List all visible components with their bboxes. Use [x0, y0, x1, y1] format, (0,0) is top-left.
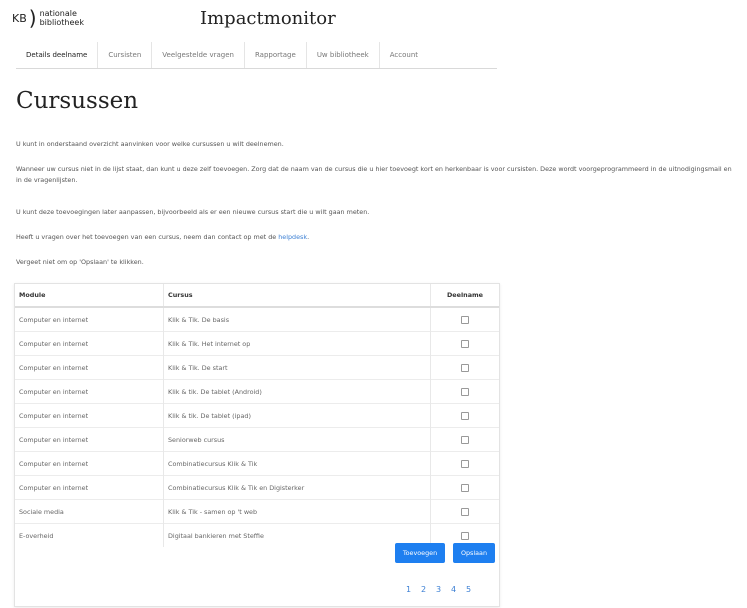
table-row: Computer en internet Combinatiecursus Kl… — [15, 475, 499, 500]
course-cell: Seniorweb cursus — [163, 427, 431, 452]
table-row: Computer en internet Seniorweb cursus — [15, 427, 499, 452]
page-title: Cursussen — [16, 88, 139, 114]
table-row: Computer en internet Klik & Tik. De basi… — [15, 306, 499, 332]
module-column-header: Module — [15, 284, 164, 308]
adjust-text: U kunt deze toevoegingen later aanpassen… — [16, 208, 370, 216]
course-cell: Klik & Tik. Het internet op — [163, 331, 431, 356]
main-tabs: Details deelname Cursisten Veelgestelde … — [16, 42, 497, 69]
library-logo[interactable]: KB ) nationale bibliotheek — [12, 8, 84, 28]
course-cell: Combinatiecursus Klik & Tik en Digisterk… — [163, 475, 431, 500]
logo-line1: nationale — [39, 9, 77, 18]
logo-line2: bibliotheek — [39, 18, 84, 27]
course-cell: Klik & tik. De tablet (ipad) — [163, 403, 431, 428]
module-cell: Computer en internet — [15, 379, 164, 404]
module-cell: Computer en internet — [15, 451, 164, 476]
participation-checkbox[interactable] — [461, 483, 469, 492]
page-link-1[interactable]: 1 — [401, 585, 416, 594]
module-cell: Computer en internet — [15, 306, 164, 332]
tab-rapportage[interactable]: Rapportage — [245, 42, 307, 68]
participation-cell — [430, 403, 499, 428]
participation-column-header: Deelname — [430, 284, 499, 308]
participation-checkbox[interactable] — [461, 339, 469, 348]
tab-uw-bibliotheek[interactable]: Uw bibliotheek — [307, 42, 380, 68]
course-cell: Combinatiecursus Klik & Tik — [163, 451, 431, 476]
helpdesk-text: Heeft u vragen over het toevoegen van ee… — [16, 232, 735, 243]
add-course-text: Wanneer uw cursus niet in de lijst staat… — [16, 165, 732, 184]
participation-checkbox[interactable] — [461, 531, 469, 540]
helpdesk-link[interactable]: helpdesk — [278, 233, 307, 241]
module-cell: Computer en internet — [15, 403, 164, 428]
helpdesk-prefix: Heeft u vragen over het toevoegen van ee… — [16, 233, 279, 241]
participation-cell — [430, 427, 499, 452]
tab-cursisten[interactable]: Cursisten — [98, 42, 153, 68]
table-row: Computer en internet Klik & Tik. De star… — [15, 355, 499, 380]
participation-checkbox[interactable] — [461, 363, 469, 372]
save-reminder-text: Vergeet niet om op 'Opslaan' te klikken. — [16, 258, 144, 266]
course-cell: Klik & tik. De tablet (Android) — [163, 379, 431, 404]
module-cell: E-overheid — [15, 523, 164, 547]
course-cell: Klik & Tik. De basis — [163, 306, 431, 332]
participation-cell — [430, 475, 499, 500]
table-row: Computer en internet Klik & tik. De tabl… — [15, 379, 499, 404]
table-header-row: Module Cursus Deelname — [15, 284, 499, 308]
table-row: Computer en internet Klik & Tik. Het int… — [15, 331, 499, 356]
page-link-2[interactable]: 2 — [416, 585, 431, 594]
participation-checkbox[interactable] — [461, 459, 469, 468]
participation-checkbox[interactable] — [461, 411, 469, 420]
page-link-3[interactable]: 3 — [431, 585, 446, 594]
page-link-4[interactable]: 4 — [446, 585, 461, 594]
save-button[interactable]: Opslaan — [453, 543, 495, 563]
course-cell: Klik & Tik. De start — [163, 355, 431, 380]
participation-cell — [430, 331, 499, 356]
page-link-5[interactable]: 5 — [461, 585, 476, 594]
participation-cell — [430, 355, 499, 380]
course-column-header: Cursus — [163, 284, 431, 308]
logo-mark: KB — [12, 11, 27, 25]
module-cell: Computer en internet — [15, 355, 164, 380]
tab-details-deelname[interactable]: Details deelname — [16, 42, 99, 68]
tab-account[interactable]: Account — [380, 42, 428, 68]
module-cell: Computer en internet — [15, 427, 164, 452]
course-cell: Digitaal bankieren met Steffie — [163, 523, 431, 547]
participation-cell — [430, 451, 499, 476]
app-title: Impactmonitor — [200, 8, 336, 29]
participation-checkbox[interactable] — [461, 435, 469, 444]
courses-table-panel: Module Cursus Deelname Computer en inter… — [14, 283, 500, 607]
participation-checkbox[interactable] — [461, 507, 469, 516]
table-row: Sociale media Klik & Tik - samen op 't w… — [15, 499, 499, 524]
pagination: 1 2 3 4 5 — [401, 585, 476, 594]
logo-bracket-icon: ) — [28, 6, 37, 30]
table-row: Computer en internet Combinatiecursus Kl… — [15, 451, 499, 476]
participation-cell — [430, 499, 499, 524]
module-cell: Sociale media — [15, 499, 164, 524]
header: KB ) nationale bibliotheek Impactmonitor — [0, 0, 747, 40]
add-course-button[interactable]: Toevoegen — [395, 543, 445, 563]
intro-text: U kunt in onderstaand overzicht aanvinke… — [16, 140, 284, 148]
course-cell: Klik & Tik - samen op 't web — [163, 499, 431, 524]
participation-cell — [430, 306, 499, 332]
module-cell: Computer en internet — [15, 475, 164, 500]
module-cell: Computer en internet — [15, 331, 164, 356]
tab-veelgestelde-vragen[interactable]: Veelgestelde vragen — [152, 42, 245, 68]
participation-checkbox[interactable] — [461, 387, 469, 396]
participation-checkbox[interactable] — [461, 315, 469, 324]
courses-table: Module Cursus Deelname Computer en inter… — [15, 284, 499, 547]
logo-text: nationale bibliotheek — [40, 9, 84, 27]
table-row: Computer en internet Klik & tik. De tabl… — [15, 403, 499, 428]
participation-cell — [430, 379, 499, 404]
helpdesk-suffix: . — [307, 233, 310, 241]
